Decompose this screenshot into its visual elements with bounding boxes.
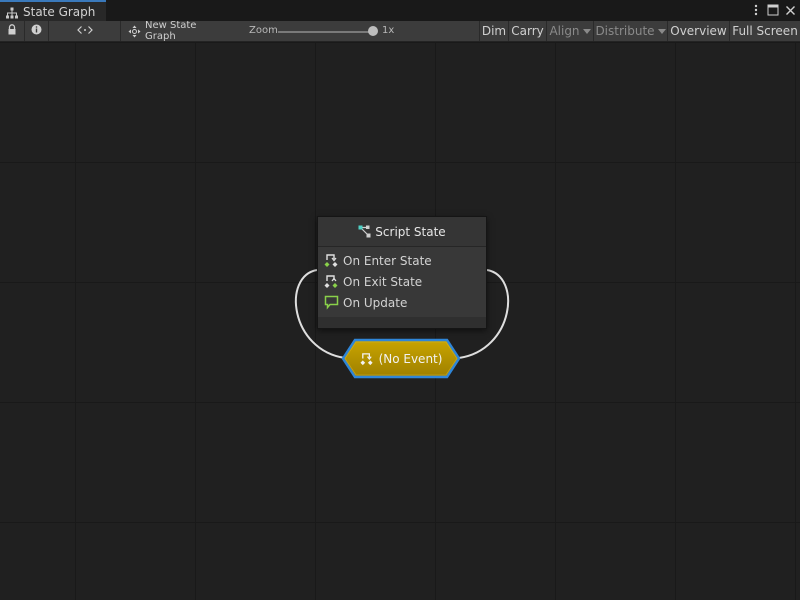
dim-button[interactable]: Dim (479, 21, 509, 41)
zoom-label: Zoom (249, 25, 278, 36)
zoom-value: 1x (382, 25, 395, 36)
carry-button[interactable]: Carry (509, 21, 547, 41)
overview-label: Overview (670, 24, 727, 38)
align-label: Align (549, 24, 580, 38)
chevron-down-icon (657, 28, 666, 34)
info-icon (31, 24, 42, 38)
more-options-icon[interactable] (749, 2, 763, 18)
event-label: On Exit State (343, 274, 423, 289)
tab-state-graph[interactable]: State Graph (0, 0, 106, 21)
lock-icon (7, 24, 17, 38)
align-dropdown[interactable]: Align (547, 21, 594, 41)
code-brackets-icon (76, 24, 93, 38)
zoom-slider-track[interactable] (278, 31, 374, 33)
chevron-down-icon (582, 28, 591, 34)
transition-label: (No Event) (378, 351, 443, 366)
event-row-update[interactable]: On Update (318, 292, 486, 313)
state-title: Script State (375, 224, 446, 239)
transition-node[interactable]: (No Event) (341, 338, 461, 379)
lock-button[interactable] (0, 21, 25, 41)
tab-title: State Graph (23, 4, 96, 19)
state-footer (318, 317, 486, 328)
transition-icon (360, 352, 374, 366)
event-row-exit[interactable]: On Exit State (318, 271, 486, 292)
fullscreen-button[interactable]: Full Screen (730, 21, 800, 41)
carry-label: Carry (511, 24, 544, 38)
update-icon (324, 295, 339, 310)
overview-button[interactable]: Overview (668, 21, 730, 41)
script-state-icon (358, 225, 371, 238)
embed-button[interactable] (49, 21, 121, 41)
distribute-label: Distribute (595, 24, 655, 38)
event-row-enter[interactable]: On Enter State (318, 250, 486, 271)
event-label: On Enter State (343, 253, 432, 268)
close-icon[interactable] (783, 2, 797, 18)
graph-toolbar: New State Graph Zoom 1x Dim Carry Align … (0, 20, 800, 42)
dim-label: Dim (481, 24, 507, 38)
exit-state-icon (324, 274, 339, 289)
transition-label-wrap: (No Event) (341, 338, 461, 379)
window-tab-bar: State Graph (0, 0, 800, 21)
move-arrows-icon (128, 25, 141, 38)
hierarchy-icon (5, 5, 19, 19)
new-state-graph-label: New State Graph (145, 20, 197, 42)
info-button[interactable] (25, 21, 49, 41)
distribute-dropdown[interactable]: Distribute (594, 21, 668, 41)
zoom-slider-thumb[interactable] (368, 26, 378, 36)
window-controls (749, 2, 797, 18)
script-state-node[interactable]: Script State On Enter State On Exit Stat… (317, 216, 487, 329)
maximize-icon[interactable] (766, 2, 780, 18)
event-label: On Update (343, 295, 408, 310)
fullscreen-label: Full Screen (732, 24, 798, 38)
state-header[interactable]: Script State (318, 217, 486, 247)
enter-state-icon (324, 253, 339, 268)
new-state-graph-button[interactable]: New State Graph (128, 20, 228, 42)
